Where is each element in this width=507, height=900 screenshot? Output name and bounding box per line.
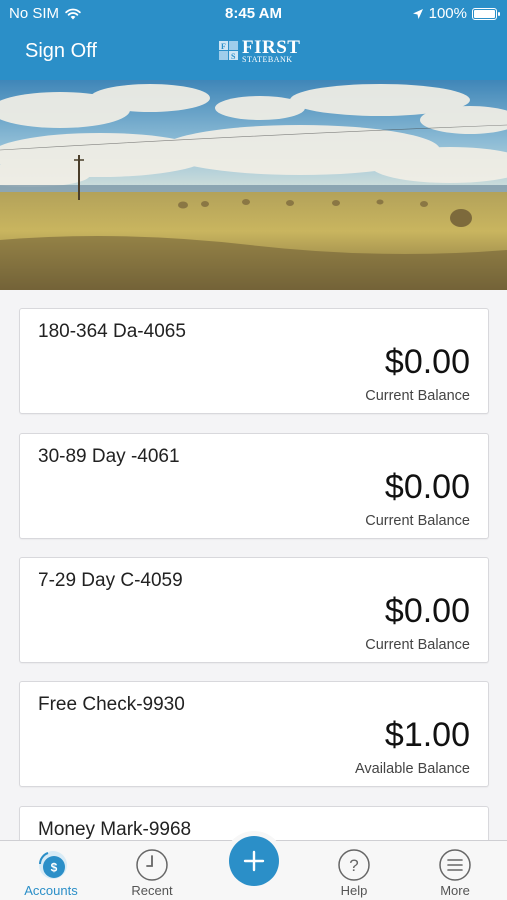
account-name: Money Mark-9968 bbox=[38, 819, 192, 840]
hero-image bbox=[0, 80, 507, 290]
account-balance-amount: $0.00 bbox=[384, 468, 470, 506]
status-bar: No SIM 8:45 AM 100% bbox=[0, 0, 507, 28]
status-right-group: 100% bbox=[412, 5, 500, 22]
tab-recent-label: Recent bbox=[131, 883, 173, 898]
menu-icon bbox=[439, 849, 471, 881]
sign-off-button[interactable]: Sign Off bbox=[25, 40, 97, 63]
accounts-dollar-icon: $ bbox=[39, 851, 67, 879]
account-name: 180-364 Da-4065 bbox=[38, 321, 186, 342]
bank-logo: F S FIRST STATEBANK bbox=[218, 38, 300, 64]
question-icon: ? bbox=[338, 849, 370, 881]
bank-logo-mark-icon: F S bbox=[219, 41, 238, 61]
tab-help[interactable]: ? Help bbox=[314, 841, 394, 900]
tab-more[interactable]: More bbox=[415, 841, 495, 900]
tab-more-label: More bbox=[440, 883, 470, 898]
clock-icon bbox=[136, 849, 168, 881]
accounts-list[interactable]: 180-364 Da-4065 $0.00 Current Balance 30… bbox=[0, 290, 507, 840]
plus-icon bbox=[243, 850, 265, 872]
battery-icon bbox=[472, 7, 500, 20]
account-balance-label: Current Balance bbox=[365, 388, 470, 404]
svg-text:?: ? bbox=[349, 856, 358, 875]
account-name: 30-89 Day -4061 bbox=[38, 446, 180, 467]
account-balance-amount: $1.00 bbox=[384, 716, 470, 754]
account-name: Free Check-9930 bbox=[38, 694, 185, 715]
add-action-button[interactable] bbox=[229, 836, 279, 886]
svg-text:F: F bbox=[221, 42, 226, 51]
logo-text-statebank: STATEBANK bbox=[242, 55, 293, 64]
battery-percent: 100% bbox=[428, 5, 467, 22]
account-card[interactable]: 7-29 Day C-4059 $0.00 Current Balance bbox=[19, 557, 489, 663]
account-card[interactable]: Free Check-9930 $1.00 Available Balance bbox=[19, 681, 489, 787]
svg-text:S: S bbox=[231, 52, 236, 61]
account-card[interactable]: 30-89 Day -4061 $0.00 Current Balance bbox=[19, 433, 489, 539]
account-card[interactable]: 180-364 Da-4065 $0.00 Current Balance bbox=[19, 308, 489, 414]
tab-accounts-label: Accounts bbox=[24, 883, 78, 898]
account-balance-label: Available Balance bbox=[354, 761, 470, 777]
account-balance-amount: $0.00 bbox=[384, 343, 470, 381]
tab-accounts[interactable]: $ Accounts bbox=[11, 841, 91, 900]
location-arrow-icon bbox=[412, 8, 423, 19]
account-balance-label: Current Balance bbox=[365, 637, 470, 653]
account-balance-label: Current Balance bbox=[365, 513, 470, 529]
tab-recent[interactable]: Recent bbox=[112, 841, 192, 900]
tab-help-label: Help bbox=[340, 883, 368, 898]
nav-bar: Sign Off F S FIRST STATEBANK bbox=[0, 28, 507, 80]
account-card[interactable]: Money Mark-9968 bbox=[19, 806, 489, 840]
svg-text:$: $ bbox=[51, 861, 58, 875]
account-balance-amount: $0.00 bbox=[384, 592, 470, 630]
account-name: 7-29 Day C-4059 bbox=[38, 570, 183, 591]
